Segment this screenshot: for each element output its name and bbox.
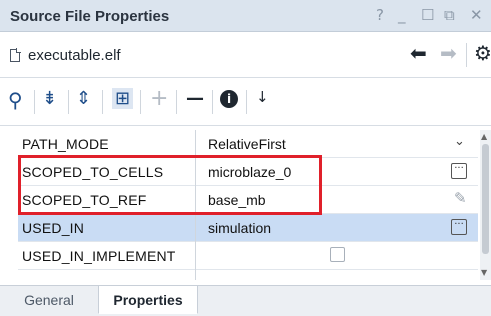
used-in-implementation-checkbox[interactable] [330,247,345,262]
maximize-icon[interactable]: ☐ [421,6,434,24]
ellipsis-button[interactable]: ··· [451,219,467,235]
forward-arrow-icon[interactable]: ➡ [440,41,457,65]
group-by-icon[interactable]: ⊞ [112,88,134,109]
add-icon[interactable]: + [150,86,168,111]
scroll-thumb[interactable] [482,144,489,254]
title-bar: Source File Properties ? _ ☐ ⧉ ✕ [0,0,491,32]
tab-general[interactable]: General [0,286,98,314]
toolbar-separator [176,90,177,114]
toolbar-separator [34,90,35,114]
minimize-icon[interactable]: _ [398,6,406,24]
info-icon[interactable]: i [220,90,238,108]
property-value[interactable]: RelativeFirst [208,136,286,152]
collapse-all-icon[interactable]: ⇟ [42,88,57,109]
restore-icon[interactable]: ⧉ [444,6,455,24]
table-row-selected[interactable]: USED_IN simulation ··· [18,214,478,242]
property-name: USED_IN_IMPLEMENT [22,248,176,264]
toolbar-separator [68,90,69,114]
table-row[interactable]: SCOPED_TO_REF base_mb ✎ [18,186,478,214]
properties-toolbar: ⚲ ⇟ ⇕ ⊞ + — i ↓ [0,78,491,126]
help-icon[interactable]: ? [376,6,384,24]
property-value[interactable]: simulation [208,220,271,236]
property-name: USED_IN [22,220,85,236]
table-row[interactable]: SCOPED_TO_CELLS microblaze_0 ··· [18,158,478,186]
scroll-down-icon[interactable]: ▼ [481,268,487,277]
toolbar-separator [140,90,141,114]
file-header: executable.elf ⬅ ➡ ⚙ [0,33,491,78]
close-icon[interactable]: ✕ [470,6,483,24]
table-row[interactable]: USED_IN_IMPLEMENT [18,242,478,270]
scroll-up-icon[interactable]: ▲ [481,132,487,141]
remove-icon[interactable]: — [186,88,204,109]
ellipsis-button[interactable]: ··· [451,163,467,179]
search-icon[interactable]: ⚲ [8,88,23,112]
tab-properties[interactable]: Properties [98,286,198,314]
property-name: SCOPED_TO_REF [22,192,147,208]
column-divider [195,130,196,280]
vertical-scrollbar[interactable]: ▲ ▼ [480,130,491,280]
toolbar-separator [246,90,247,114]
property-value[interactable]: microblaze_0 [208,164,291,180]
property-name: PATH_MODE [22,136,109,152]
sort-icon[interactable]: ↓ [256,88,269,106]
file-name: executable.elf [28,47,121,64]
bottom-tab-bar: General Properties [0,285,491,316]
back-arrow-icon[interactable]: ⬅ [410,41,427,65]
toolbar-separator [102,90,103,114]
nav-separator [466,43,467,67]
file-icon [10,48,21,62]
window-title: Source File Properties [10,8,170,25]
pencil-icon[interactable]: ✎ [454,189,467,207]
expand-all-icon[interactable]: ⇕ [76,88,91,109]
table-row[interactable]: PATH_MODE RelativeFirst ⌄ [18,130,478,158]
property-name: SCOPED_TO_CELLS [22,164,164,180]
property-value[interactable]: base_mb [208,192,266,208]
gear-icon[interactable]: ⚙ [474,41,491,65]
chevron-down-icon[interactable]: ⌄ [454,134,465,149]
properties-table: PATH_MODE RelativeFirst ⌄ SCOPED_TO_CELL… [18,130,478,280]
toolbar-separator [212,90,213,114]
